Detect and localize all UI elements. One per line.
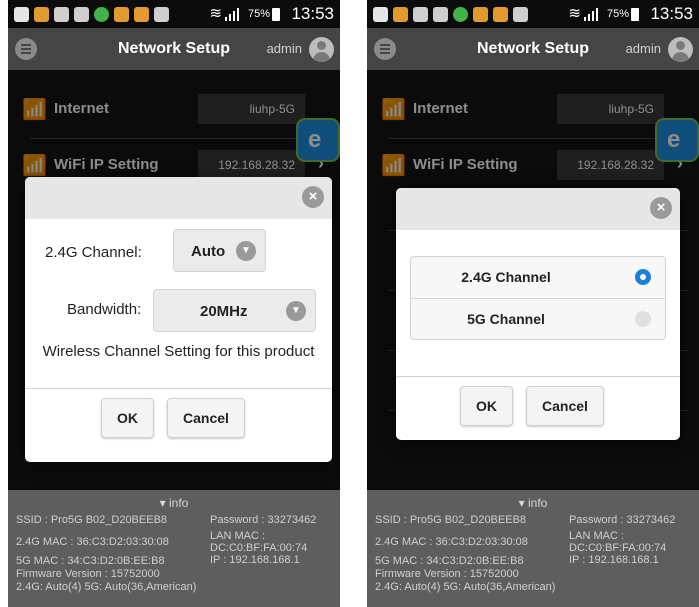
band-option-label: 5G Channel	[467, 311, 545, 327]
phone-screen-channel-settings: ≋ 75% 13:53 Network Setup admin 📶 Intern…	[8, 0, 340, 607]
close-icon[interactable]: ×	[650, 197, 672, 219]
ssid-text: SSID : Pro5G B02_D20BEEB8	[16, 514, 168, 526]
chevron-down-icon: ▾	[159, 496, 169, 510]
chevron-down-icon: ▼	[236, 240, 256, 261]
app-notification-icon	[473, 7, 488, 22]
clock: 13:53	[650, 4, 693, 23]
app-notification-icon	[493, 7, 508, 22]
chat-icon	[373, 7, 388, 22]
app-notification-icon	[393, 7, 408, 22]
battery-percent: 75%	[247, 8, 270, 20]
band-option-5g[interactable]: 5G Channel	[411, 299, 665, 340]
ssid-text: SSID : Pro5G B02_D20BEEB8	[375, 514, 527, 526]
camera-icon	[54, 7, 69, 22]
gallery-icon	[74, 7, 89, 22]
app-notification-icon	[114, 7, 129, 22]
phone-screen-band-select: ≋ 75% 13:53 Network Setup admin 📶 Intern…	[367, 0, 699, 607]
mac-5g-text: 5G MAC : 34:C3:D2:0B:EE:B8	[16, 555, 165, 567]
screenshot-icon	[154, 7, 169, 22]
lan-mac-label: LAN MAC :	[569, 530, 625, 542]
cancel-button[interactable]: Cancel	[167, 398, 245, 438]
channels-text: 2.4G: Auto(4) 5G: Auto(36,American)	[375, 581, 556, 593]
ip-text: IP : 192.168.168.1	[210, 554, 300, 566]
bandwidth-select[interactable]: 20MHz ▼	[153, 289, 316, 332]
app-header: Network Setup admin	[367, 28, 699, 70]
app-header: Network Setup admin	[8, 28, 340, 70]
info-toggle[interactable]: ▾ info	[8, 496, 340, 510]
divider	[25, 388, 332, 389]
cell-signal-icon	[584, 8, 598, 21]
band-option-label: 2.4G Channel	[461, 269, 551, 285]
bandwidth-value: 20MHz	[200, 303, 248, 320]
radio-selected-icon[interactable]	[635, 269, 651, 285]
dialog-header: ×	[396, 188, 680, 230]
band-option-24g[interactable]: 2.4G Channel	[411, 257, 665, 299]
chevron-down-icon: ▾	[518, 496, 528, 510]
channel-value: Auto	[191, 243, 226, 260]
lan-mac-value: DC:C0:BF:FA:00:74	[210, 542, 308, 554]
app-notification-icon	[34, 7, 49, 22]
chevron-down-icon: ▼	[286, 300, 306, 321]
firmware-text: Firmware Version : 15752000	[16, 568, 160, 580]
battery-icon	[631, 8, 639, 21]
band-select-dialog: × 2.4G Channel 5G Channel OK Cancel	[396, 188, 680, 440]
status-bar: ≋ 75% 13:53	[8, 0, 340, 28]
screenshot-icon	[513, 7, 528, 22]
user-name[interactable]: admin	[626, 41, 661, 56]
channels-text: 2.4G: Auto(4) 5G: Auto(36,American)	[16, 581, 197, 593]
battery-percent: 75%	[606, 8, 629, 20]
wifi-signal-icon: ≋	[568, 5, 581, 22]
band-options-list: 2.4G Channel 5G Channel	[410, 256, 666, 340]
check-icon	[453, 7, 468, 22]
mac-24g-text: 2.4G MAC : 36:C3:D2:03:30:08	[375, 536, 528, 548]
gallery-icon	[433, 7, 448, 22]
mac-5g-text: 5G MAC : 34:C3:D2:0B:EE:B8	[375, 555, 524, 567]
ok-button[interactable]: OK	[460, 386, 513, 426]
channel-label: 2.4G Channel:	[45, 244, 142, 261]
ok-button[interactable]: OK	[101, 398, 154, 438]
cancel-button[interactable]: Cancel	[526, 386, 604, 426]
lan-mac-label: LAN MAC :	[210, 530, 266, 542]
radio-unselected-icon[interactable]	[635, 311, 651, 327]
chat-icon	[14, 7, 29, 22]
mac-24g-text: 2.4G MAC : 36:C3:D2:03:30:08	[16, 536, 169, 548]
user-name[interactable]: admin	[267, 41, 302, 56]
channel-select[interactable]: Auto ▼	[173, 229, 266, 272]
info-panel: ▾ info SSID : Pro5G B02_D20BEEB8 Passwor…	[8, 490, 340, 607]
check-icon	[94, 7, 109, 22]
clock: 13:53	[291, 4, 334, 23]
bandwidth-label: Bandwidth:	[67, 301, 142, 318]
info-panel: ▾ info SSID : Pro5G B02_D20BEEB8 Passwor…	[367, 490, 699, 607]
battery-icon	[272, 8, 280, 21]
password-text: Password : 33273462	[210, 514, 317, 526]
status-bar: ≋ 75% 13:53	[367, 0, 699, 28]
lan-mac-value: DC:C0:BF:FA:00:74	[569, 542, 667, 554]
channel-settings-dialog: × 2.4G Channel: Auto ▼ Bandwidth: 20MHz …	[25, 177, 332, 462]
password-text: Password : 33273462	[569, 514, 676, 526]
ip-text: IP : 192.168.168.1	[569, 554, 659, 566]
dialog-header: ×	[25, 177, 332, 219]
avatar-icon[interactable]	[309, 37, 334, 62]
firmware-text: Firmware Version : 15752000	[375, 568, 519, 580]
close-icon[interactable]: ×	[302, 186, 324, 208]
dialog-note: Wireless Channel Setting for this produc…	[42, 343, 315, 360]
divider	[396, 376, 680, 377]
app-notification-icon	[134, 7, 149, 22]
camera-icon	[413, 7, 428, 22]
cell-signal-icon	[225, 8, 239, 21]
wifi-signal-icon: ≋	[209, 5, 222, 22]
avatar-icon[interactable]	[668, 37, 693, 62]
info-toggle[interactable]: ▾ info	[367, 496, 699, 510]
